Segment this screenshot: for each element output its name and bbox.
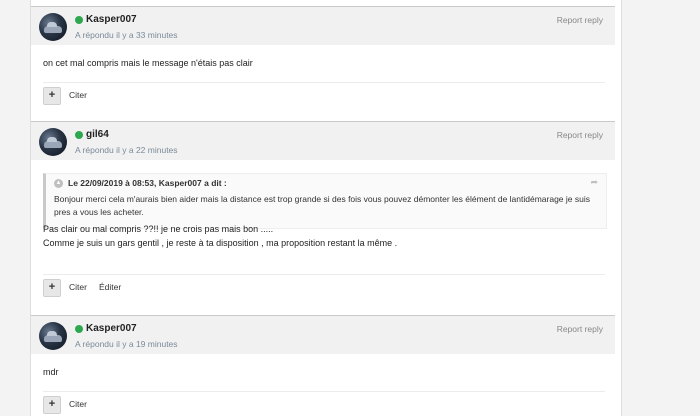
online-status-icon [75,16,83,24]
username-link[interactable]: Kasper007 [86,323,137,334]
username-link[interactable]: Kasper007 [86,14,137,25]
avatar[interactable] [39,322,67,350]
plus-button[interactable]: + [43,396,61,414]
replies-column: Kasper007 A répondu il y a 33 minutes Re… [30,0,622,416]
post-header: gil64 A répondu il y a 22 minutes Report… [31,121,615,160]
username-link[interactable]: gil64 [86,129,109,140]
quote-button[interactable]: Citer [69,90,87,100]
post-content-line: Pas clair ou mal compris ??!! je ne croi… [43,224,274,234]
edit-button[interactable]: Éditer [99,282,121,292]
avatar[interactable] [39,128,67,156]
report-reply-link[interactable]: Report reply [557,130,603,140]
reply-post: Kasper007 A répondu il y a 19 minutes Re… [31,315,621,416]
post-timestamp: A répondu il y a 22 minutes [75,145,178,155]
online-status-icon [75,131,83,139]
quote-block: ▲ Le 22/09/2019 à 08:53, Kasper007 a dit… [43,173,607,229]
quote-button[interactable]: Citer [69,282,87,292]
quote-author: Le 22/09/2019 à 08:53, Kasper007 a dit : [68,178,227,188]
post-timestamp: A répondu il y a 33 minutes [75,30,178,40]
share-arrow-icon[interactable]: ➦ [590,177,598,188]
plus-button[interactable]: + [43,87,61,105]
reply-post: gil64 A répondu il y a 22 minutes Report… [31,121,621,307]
post-divider [43,82,605,83]
post-content: on cet mal compris mais le message n'éta… [43,58,253,68]
online-status-icon [75,325,83,333]
report-reply-link[interactable]: Report reply [557,324,603,334]
post-header: Kasper007 A répondu il y a 19 minutes Re… [31,315,615,354]
collapse-quote-icon[interactable]: ▲ [54,179,63,188]
post-content: mdr [43,367,59,377]
post-content-line: Comme je suis un gars gentil , je reste … [43,238,398,248]
quote-text: Bonjour merci cela m'aurais bien aider m… [54,194,590,217]
avatar[interactable] [39,13,67,41]
post-header: Kasper007 A répondu il y a 33 minutes Re… [31,6,615,45]
post-divider [43,274,605,275]
report-reply-link[interactable]: Report reply [557,15,603,25]
reply-post: Kasper007 A répondu il y a 33 minutes Re… [31,6,621,110]
post-timestamp: A répondu il y a 19 minutes [75,339,178,349]
plus-button[interactable]: + [43,279,61,297]
post-divider [43,391,605,392]
quote-button[interactable]: Citer [69,399,87,409]
